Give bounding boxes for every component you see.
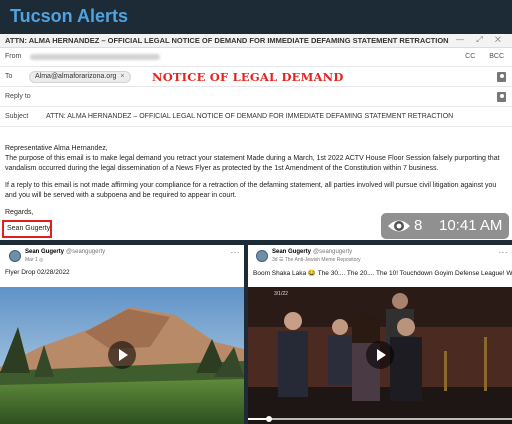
reply-to-row: Reply to	[0, 88, 512, 107]
post-author[interactable]: Sean Gugerty @seangugerty	[272, 249, 352, 255]
globe-icon: ◎	[39, 257, 44, 263]
avatar[interactable]	[9, 250, 21, 262]
top-bar: Tucson Alerts	[0, 0, 512, 34]
email-paragraph-1: The purpose of this email is to make leg…	[5, 155, 500, 172]
to-label: To	[5, 73, 13, 80]
signature-highlight: Sean Gugerty	[2, 220, 52, 238]
group-icon: ☰	[278, 257, 284, 263]
email-paragraph-2: If a reply to this email is not made aff…	[5, 182, 497, 199]
clock-time: 10:41 AM	[439, 217, 503, 234]
from-label: From	[5, 53, 22, 60]
post-meta: Mar 1 ◎	[25, 257, 44, 263]
floor-session-video[interactable]: 3/1/22	[248, 287, 512, 424]
social-post-flyer: Sean Gugerty @seangugerty Mar 1 ◎ ··· Fly…	[0, 245, 244, 424]
email-title-bar: ATTN: ALMA HERNANDEZ – OFFICIAL LEGAL NO…	[0, 34, 512, 48]
view-count: 8	[414, 217, 423, 234]
post-date: Mar 1	[25, 257, 38, 263]
author-name: Sean Gugerty	[272, 249, 312, 255]
email-window: ATTN: ALMA HERNANDEZ – OFFICIAL LEGAL NO…	[0, 34, 512, 240]
window-controls[interactable]: — ⤢ ✕	[456, 35, 506, 45]
post-caption: Boom Shaka Laka 😂 The 30.... The 20.... …	[253, 270, 512, 277]
from-sender-redacted	[30, 54, 160, 60]
cc-bcc-toggles: CC BCC	[453, 53, 504, 60]
author-handle: @seangugerty	[313, 249, 353, 255]
play-button[interactable]	[366, 341, 394, 369]
subject-row: Subject ATTN: ALMA HERNANDEZ – OFFICIAL …	[0, 108, 512, 127]
signature-name: Sean Gugerty	[7, 225, 51, 232]
to-row: To Alma@almaforarizona.org × NOTICE OF LE…	[0, 68, 512, 87]
remove-recipient-icon[interactable]: ×	[120, 73, 124, 80]
author-name: Sean Gugerty	[25, 249, 65, 255]
eye-icon	[388, 220, 410, 232]
notice-overlay-title: NOTICE OF LEGAL DEMAND	[152, 70, 344, 84]
more-options-icon[interactable]: ···	[499, 248, 509, 257]
play-button[interactable]	[108, 341, 136, 369]
post-meta: 3d ☰ The Anti-Jewish Meme Repository	[272, 257, 361, 263]
from-row: From CC BCC	[0, 48, 512, 67]
video-date-stamp: 3/1/22	[274, 291, 288, 297]
contact-book-icon[interactable]	[497, 92, 506, 102]
post-author[interactable]: Sean Gugerty @seangugerty	[25, 249, 105, 255]
recipient-chip[interactable]: Alma@almaforarizona.org ×	[29, 71, 131, 83]
email-window-title: ATTN: ALMA HERNANDEZ – OFFICIAL LEGAL NO…	[5, 36, 449, 45]
bcc-button[interactable]: BCC	[489, 53, 504, 60]
app-brand: Tucson Alerts	[10, 6, 129, 26]
view-time-overlay: 8 10:41 AM	[381, 213, 509, 239]
more-options-icon[interactable]: ···	[231, 248, 241, 257]
subject-field[interactable]: ATTN: ALMA HERNANDEZ – OFFICIAL LEGAL NO…	[46, 113, 453, 120]
reply-to-label: Reply to	[5, 93, 31, 100]
group-name[interactable]: The Anti-Jewish Meme Repository	[285, 257, 361, 263]
post-caption: Flyer Drop 02/28/2022	[5, 269, 70, 276]
email-greeting: Representative Alma Hernandez,	[5, 145, 108, 152]
post-date: 3d	[272, 257, 278, 263]
contact-book-icon[interactable]	[497, 72, 506, 82]
social-post-video: Sean Gugerty @seangugerty 3d ☰ The Anti-J…	[248, 245, 512, 424]
recipient-address: Alma@almaforarizona.org	[35, 73, 117, 80]
subject-label: Subject	[5, 113, 29, 120]
avatar[interactable]	[256, 250, 268, 262]
flyer-video[interactable]	[0, 287, 244, 424]
author-handle: @seangugerty	[66, 249, 106, 255]
cc-button[interactable]: CC	[465, 53, 475, 60]
video-progress-bar[interactable]	[248, 416, 512, 422]
